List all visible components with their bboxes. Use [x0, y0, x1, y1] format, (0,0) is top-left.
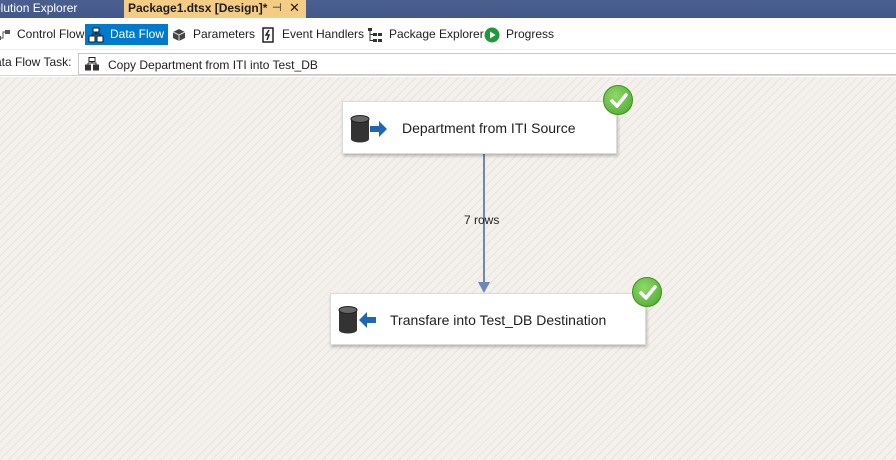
tab-event-handlers-label: Event Handlers — [282, 27, 365, 41]
tab-package-design-label: Package1.dtsx [Design]* — [128, 1, 268, 15]
tab-parameters-label: Parameters — [193, 27, 256, 41]
ole-db-destination-icon — [337, 305, 377, 335]
tab-data-flow-label: Data Flow — [110, 27, 165, 41]
parameters-icon — [171, 27, 187, 43]
ole-db-source-icon — [349, 114, 389, 144]
tab-package-design[interactable]: Package1.dtsx [Design]* ⊣ ✕ — [124, 0, 306, 18]
tab-data-flow[interactable]: Data Flow — [85, 24, 169, 45]
destination-success-check-icon — [632, 277, 662, 307]
event-handlers-icon — [260, 26, 276, 43]
package-explorer-icon — [367, 27, 383, 43]
tab-package-explorer[interactable]: Package Explorer — [364, 24, 488, 45]
data-flow-task-icon — [84, 57, 100, 71]
tab-progress-label: Progress — [506, 27, 555, 41]
source-component[interactable]: Department from ITI Source — [342, 101, 617, 154]
source-success-check-icon — [603, 85, 633, 115]
tab-package-explorer-label: Package Explorer — [389, 27, 484, 41]
source-component-label: Department from ITI Source — [402, 120, 576, 136]
destination-component-label: Transfare into Test_DB Destination — [390, 312, 607, 328]
data-flow-path-arrowhead — [478, 282, 490, 293]
progress-play-icon — [484, 27, 500, 43]
data-flow-task-label: ata Flow Task: — [0, 55, 72, 69]
tab-parameters[interactable]: Parameters — [168, 24, 259, 45]
tab-event-handlers[interactable]: Event Handlers — [257, 24, 368, 45]
control-flow-icon — [0, 27, 11, 43]
data-flow-icon — [88, 27, 104, 43]
data-flow-path-row-count: 7 rows — [464, 213, 500, 227]
pin-icon[interactable]: ⊣ — [272, 0, 282, 17]
data-flow-design-surface[interactable]: 7 rows Department from ITI Source Transf… — [0, 77, 896, 460]
data-flow-task-select[interactable]: Copy Department from ITI into Test_DB — [78, 53, 896, 75]
tab-solution-explorer-label: olution Explorer — [0, 1, 78, 15]
close-icon[interactable]: ✕ — [289, 0, 300, 16]
data-flow-task-bar: ata Flow Task: Copy Department from ITI … — [0, 50, 896, 76]
tab-progress[interactable]: Progress — [481, 24, 558, 45]
tab-control-flow-label: Control Flow — [17, 27, 85, 41]
tab-solution-explorer[interactable]: olution Explorer — [0, 0, 124, 18]
data-flow-task-value: Copy Department from ITI into Test_DB — [108, 58, 318, 72]
document-tab-strip: olution Explorer Package1.dtsx [Design]*… — [0, 0, 896, 18]
tab-control-flow[interactable]: Control Flow — [0, 24, 88, 45]
designer-tab-bar: Control Flow Data Flow Parameters Event … — [0, 18, 896, 50]
destination-component[interactable]: Transfare into Test_DB Destination — [330, 293, 646, 345]
